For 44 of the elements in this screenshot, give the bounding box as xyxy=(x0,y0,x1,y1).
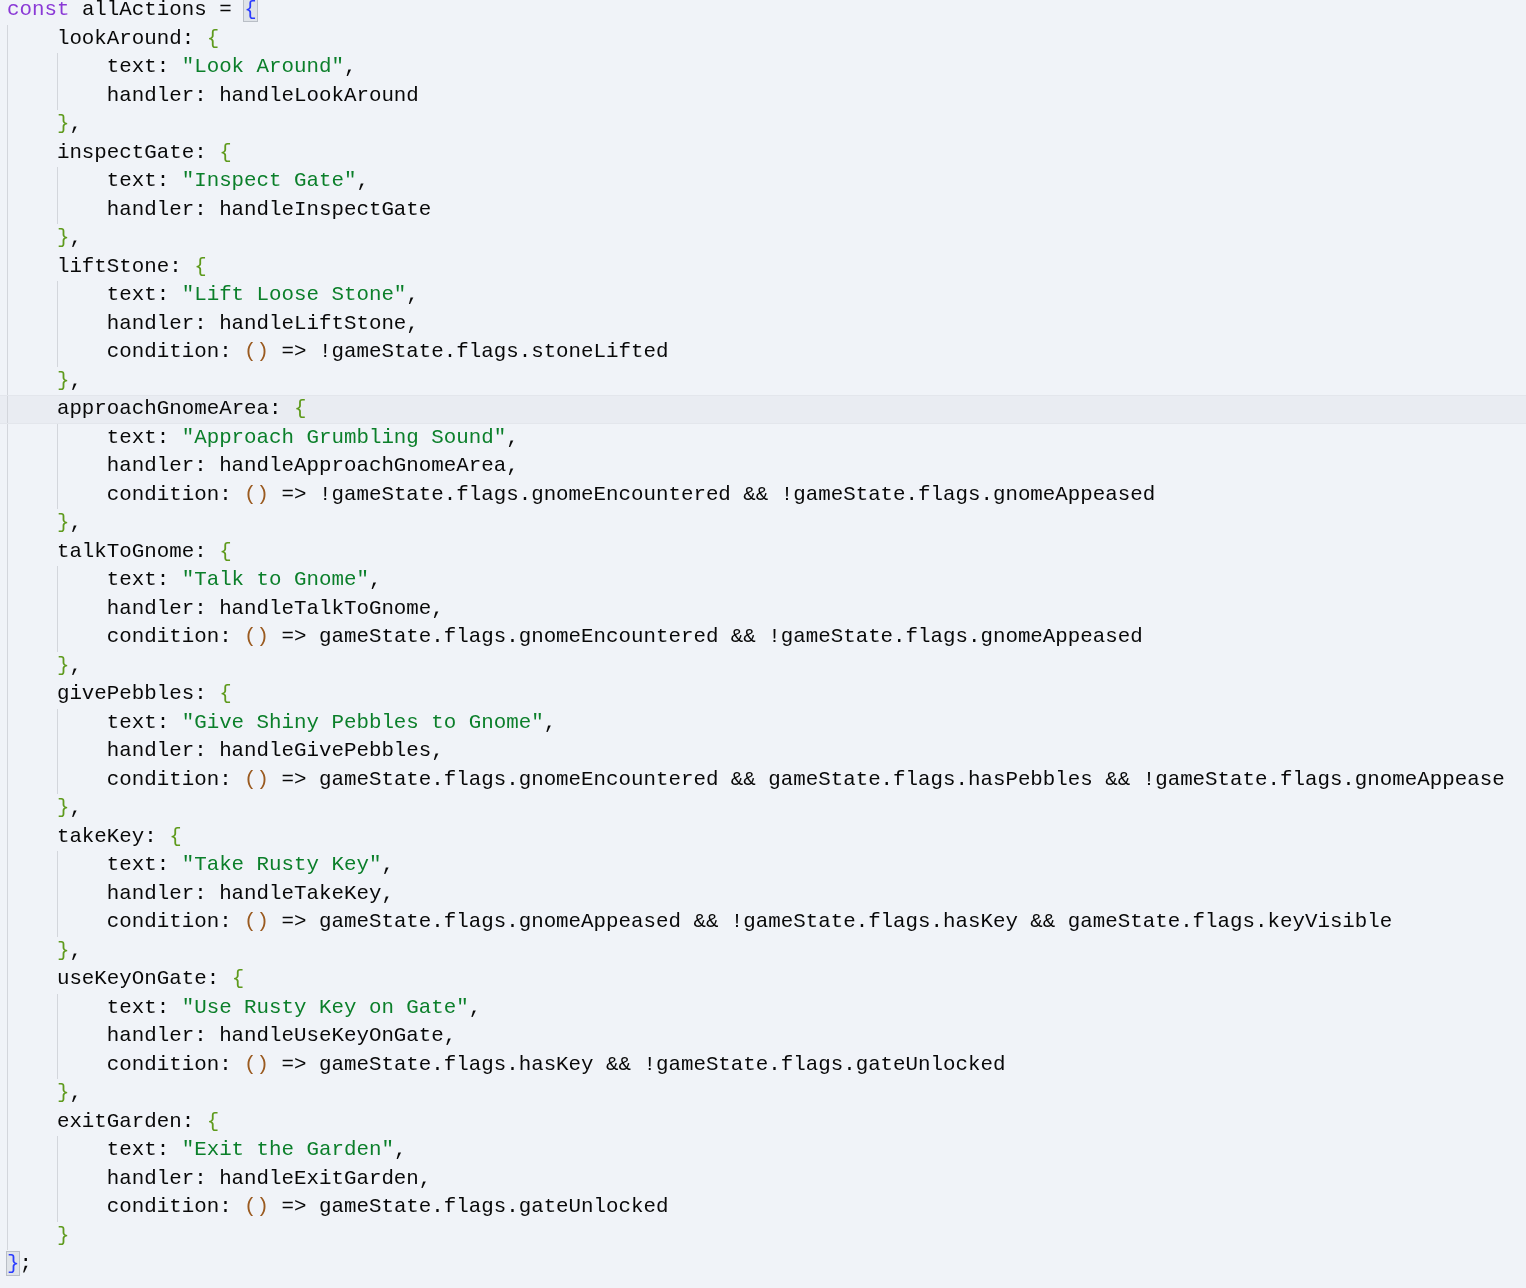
code-line: }, xyxy=(56,112,82,135)
code-line: inspectGate: { xyxy=(56,140,232,164)
code-line: text: "Exit the Garden", xyxy=(106,1138,407,1161)
code-line: handler: handleUseKeyOnGate, xyxy=(106,1024,457,1047)
code-line: text: "Talk to Gnome", xyxy=(106,568,382,591)
code-line: }, xyxy=(56,511,82,534)
code-line: takeKey: { xyxy=(56,824,182,848)
code-line: liftStone: { xyxy=(56,254,207,278)
code-line: text: "Give Shiny Pebbles to Gnome", xyxy=(106,710,557,734)
code-line: handler: handleTakeKey, xyxy=(106,881,394,905)
code-line: exitGarden: { xyxy=(56,1109,220,1133)
code-line: condition: () => gameState.flags.gateUnlocked xyxy=(106,1195,669,1218)
code-line: }, xyxy=(56,1081,82,1104)
code-line: }, xyxy=(56,368,82,392)
code-line: } xyxy=(56,1223,70,1247)
code-line: text: "Look Around", xyxy=(106,55,357,78)
code-line: handler: handleTalkToGnome, xyxy=(106,596,444,620)
code-line: }, xyxy=(56,938,82,962)
code-line: text: "Take Rusty Key", xyxy=(106,853,394,876)
code-line: }, xyxy=(56,796,82,819)
code-line: const allActions = { xyxy=(7,0,257,21)
code-line: text: "Use Rusty Key on Gate", xyxy=(106,995,482,1019)
code-line: }, xyxy=(56,653,82,677)
code-line: }, xyxy=(56,226,82,249)
code-line: condition: () => gameState.flags.hasKey && !gameState.flags.gateUnlocked xyxy=(106,1052,1006,1076)
code-line: condition: () => gameState.flags.gnomeEncountered && gameState.flags.hasPebbles && !gameState.flags.gnomeAppease xyxy=(106,767,1505,791)
code-line: handler: handleInspectGate xyxy=(106,197,432,221)
code-line: handler: handleGivePebbles, xyxy=(106,739,444,762)
code-line: text: "Inspect Gate", xyxy=(106,169,369,192)
code-line: handler: handleLiftStone, xyxy=(106,311,419,335)
code-line: text: "Approach Grumbling Sound", xyxy=(106,425,519,449)
code-line: talkToGnome: { xyxy=(56,539,232,563)
code-line: approachGnomeArea: { xyxy=(56,397,307,420)
code-line: lookAround: { xyxy=(56,26,220,50)
code-line: handler: handleExitGarden, xyxy=(106,1166,432,1190)
code-line: condition: () => !gameState.flags.gnomeEncountered && !gameState.flags.gnomeAppeased xyxy=(106,482,1156,506)
code-line: useKeyOnGate: { xyxy=(56,967,245,990)
code-line: handler: handleLookAround xyxy=(106,83,419,107)
code-line: text: "Lift Loose Stone", xyxy=(106,283,419,306)
code-line: condition: () => !gameState.flags.stoneLifted xyxy=(106,340,669,363)
code-line: condition: () => gameState.flags.gnomeAppeased && !gameState.flags.hasKey && gameState.flags.keyVisible xyxy=(106,910,1393,933)
code-line: condition: () => gameState.flags.gnomeEncountered && !gameState.flags.gnomeAppeased xyxy=(106,625,1143,648)
code-line: handler: handleApproachGnomeArea, xyxy=(106,454,519,477)
code-line: givePebbles: { xyxy=(56,682,232,705)
